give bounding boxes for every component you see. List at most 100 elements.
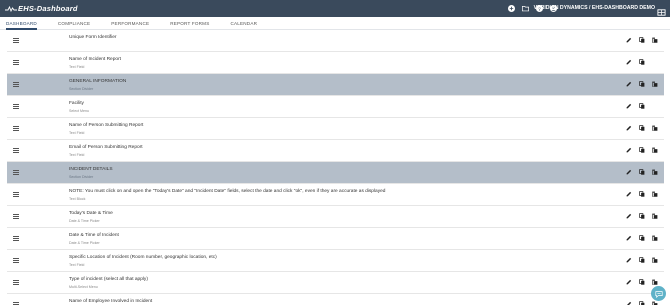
delete-icon[interactable] — [652, 37, 658, 43]
field-text: INCIDENT DETAILS Section Divider — [69, 167, 113, 180]
tab-calendar[interactable]: CALENDAR — [230, 17, 257, 30]
field-label: Today's Date & Time — [69, 211, 113, 216]
copy-icon[interactable] — [639, 279, 645, 285]
form-field-row[interactable]: Date & Time of Incident Date & Time Picke… — [7, 228, 664, 250]
drag-handle-icon[interactable] — [13, 60, 19, 65]
delete-icon[interactable] — [652, 235, 658, 241]
delete-icon[interactable] — [652, 125, 658, 131]
tab-compliance[interactable]: COMPLIANCE — [58, 17, 90, 30]
drag-handle-icon[interactable] — [13, 236, 19, 241]
grid-icon[interactable] — [657, 4, 666, 16]
delete-icon[interactable] — [652, 191, 658, 197]
organization-label[interactable]: VERIDIAN DYNAMICS / EHS-DASHBOARD DEMO — [534, 4, 655, 13]
tab-report-forms[interactable]: REPORT FORMS — [170, 17, 209, 30]
delete-icon[interactable] — [652, 81, 658, 87]
field-text: Name of Employee Involved in IncidentTex… — [69, 299, 152, 305]
edit-icon[interactable] — [626, 81, 632, 87]
tab-dashboard[interactable]: DASHBOARD — [6, 17, 37, 30]
delete-icon[interactable] — [652, 301, 658, 305]
copy-icon[interactable] — [639, 81, 645, 87]
edit-icon[interactable] — [626, 103, 632, 109]
row-actions — [626, 301, 658, 305]
folder-icon[interactable] — [521, 4, 530, 13]
drag-handle-icon[interactable] — [13, 258, 19, 263]
field-text: Specific Location of Incident (Room numb… — [69, 255, 217, 268]
section-divider-row[interactable]: INCIDENT DETAILS Section Divider — [7, 162, 664, 184]
drag-handle-icon[interactable] — [13, 214, 19, 219]
field-text: Date & Time of Incident Date & Time Picke… — [69, 233, 119, 246]
logo-text: EHS-Dashboard — [18, 4, 78, 13]
copy-icon[interactable] — [639, 59, 645, 65]
edit-icon[interactable] — [626, 235, 632, 241]
form-field-row[interactable]: Today's Date & Time Date & Time Picker — [7, 206, 664, 228]
drag-handle-icon[interactable] — [13, 170, 19, 175]
edit-icon[interactable] — [626, 279, 632, 285]
row-actions — [626, 169, 658, 175]
form-field-row[interactable]: NOTE: You must click on and open the "To… — [7, 184, 664, 206]
edit-icon[interactable] — [626, 213, 632, 219]
copy-icon[interactable] — [639, 147, 645, 153]
form-field-row[interactable]: Email of Person Submitting Report Text Fi… — [7, 140, 664, 162]
field-text: NOTE: You must click on and open the "To… — [69, 189, 385, 202]
drag-handle-icon[interactable] — [13, 148, 19, 153]
drag-handle-icon[interactable] — [13, 126, 19, 131]
field-label: Name of Employee Involved in Incident — [69, 299, 153, 304]
field-label: Name of Incident Report — [69, 57, 121, 62]
form-field-row[interactable]: Specific Location of Incident (Room numb… — [7, 250, 664, 272]
copy-icon[interactable] — [639, 125, 645, 131]
field-text: Name of Incident Report Text Field — [69, 57, 121, 70]
edit-icon[interactable] — [626, 257, 632, 263]
copy-icon[interactable] — [639, 37, 645, 43]
app-logo[interactable]: EHS-Dashboard — [5, 4, 78, 13]
chat-icon — [654, 290, 663, 298]
form-field-row[interactable]: Facility Select Menu — [7, 96, 664, 118]
row-actions — [626, 103, 658, 109]
drag-handle-icon[interactable] — [13, 82, 19, 87]
copy-icon[interactable] — [639, 191, 645, 197]
copy-icon[interactable] — [639, 213, 645, 219]
drag-handle-icon[interactable] — [13, 38, 19, 43]
edit-icon[interactable] — [626, 301, 632, 305]
form-field-row[interactable]: Type of incident (select all that apply)… — [7, 272, 664, 294]
field-type: Date & Time Picker — [69, 241, 100, 245]
field-label: INCIDENT DETAILS — [69, 167, 113, 172]
field-text: Today's Date & Time Date & Time Picker — [69, 211, 113, 224]
form-field-row[interactable]: Name of Incident Report Text Field — [7, 52, 664, 74]
row-actions — [626, 279, 658, 285]
delete-icon[interactable] — [652, 169, 658, 175]
edit-icon[interactable] — [626, 59, 632, 65]
field-type: Text Field — [69, 263, 85, 267]
form-field-row[interactable]: Name of Employee Involved in IncidentTex… — [7, 294, 664, 305]
drag-handle-icon[interactable] — [13, 104, 19, 109]
field-type: Text Block — [69, 197, 86, 201]
edit-icon[interactable] — [626, 147, 632, 153]
form-field-row[interactable]: Name of Person Submitting Report Text Fie… — [7, 118, 664, 140]
copy-icon[interactable] — [639, 103, 645, 109]
copy-icon[interactable] — [639, 257, 645, 263]
delete-icon[interactable] — [652, 213, 658, 219]
edit-icon[interactable] — [626, 191, 632, 197]
copy-icon[interactable] — [639, 301, 645, 305]
copy-icon[interactable] — [639, 169, 645, 175]
field-text: Facility Select Menu — [69, 101, 89, 114]
delete-icon[interactable] — [652, 279, 658, 285]
form-field-row[interactable]: Unique Form Identifier — [7, 30, 664, 52]
delete-icon[interactable] — [652, 147, 658, 153]
edit-icon[interactable] — [626, 125, 632, 131]
chat-button[interactable] — [651, 286, 666, 301]
field-type: Select Menu — [69, 109, 89, 113]
edit-icon[interactable] — [626, 169, 632, 175]
plus-circle-icon[interactable] — [507, 4, 516, 13]
delete-icon[interactable] — [652, 257, 658, 263]
section-divider-row[interactable]: GENERAL INFORMATION Section Divider — [7, 74, 664, 96]
copy-icon[interactable] — [639, 235, 645, 241]
drag-handle-icon[interactable] — [13, 280, 19, 285]
edit-icon[interactable] — [626, 37, 632, 43]
drag-handle-icon[interactable] — [13, 192, 19, 197]
row-actions — [626, 81, 658, 87]
tab-performance[interactable]: PERFORMANCE — [111, 17, 149, 30]
field-label: GENERAL INFORMATION — [69, 79, 127, 84]
row-actions — [626, 147, 658, 153]
field-label: Type of incident (select all that apply) — [69, 277, 148, 282]
field-label: Date & Time of Incident — [69, 233, 119, 238]
